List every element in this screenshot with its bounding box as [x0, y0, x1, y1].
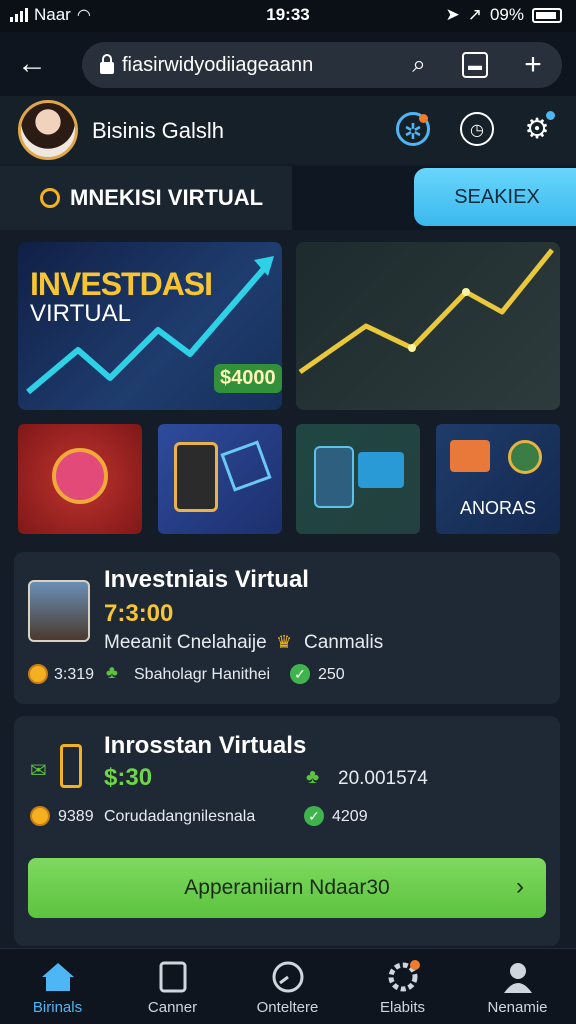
status-bar: Naar ◠ 19:33 ➤ ↗ 09% — [0, 0, 576, 32]
card-stat-coins: 3:319 — [54, 666, 95, 683]
card-price: $:30 — [104, 764, 153, 791]
tab-canner[interactable]: Canner — [115, 949, 230, 1024]
tile-label: ANORAS — [459, 498, 537, 518]
card-description: Meeanit Cnelahaije — [104, 632, 267, 653]
card-title: Inrosstan Virtuals — [104, 732, 307, 759]
cta-button[interactable]: Apperaniiarn Ndaar30 › — [28, 858, 546, 918]
tab-onteltere[interactable]: Onteltere — [230, 949, 345, 1024]
phone-icon — [314, 446, 354, 508]
check-icon: ✓ — [290, 664, 310, 684]
tile-calculator[interactable] — [158, 424, 282, 534]
tile-shopping[interactable] — [296, 424, 420, 534]
card-stat-verified: 250 — [318, 666, 345, 683]
profile-name: Bisinis Galslh — [92, 118, 225, 143]
document-icon — [155, 959, 191, 995]
investment-card[interactable]: ✉ Inrosstan Virtuals $:30 ♣ 20.001574 93… — [14, 716, 560, 946]
avatar[interactable] — [18, 100, 78, 160]
gear-icon[interactable]: ⚙ — [520, 111, 555, 146]
battery-icon — [532, 7, 562, 23]
phone-icon — [60, 744, 82, 788]
tab-profile[interactable]: Nenamie — [460, 949, 575, 1024]
address-bar[interactable]: ⌕ ▬ + — [82, 42, 562, 88]
hero-card-trend[interactable] — [296, 242, 560, 410]
coin-icon — [28, 664, 48, 684]
tile-badge[interactable] — [18, 424, 142, 534]
hero-card-investasi[interactable]: INVESTDASI VIRTUAL $4000 — [18, 242, 282, 410]
clock-icon — [270, 959, 306, 995]
trend-chart-graphic — [298, 248, 554, 375]
calculator-icon — [174, 442, 218, 512]
card-stat-coins: 9389 — [58, 808, 94, 825]
back-arrow-icon[interactable]: ← — [14, 46, 50, 82]
coin-icon — [30, 806, 50, 826]
card-description-tag: Canmalis — [304, 632, 384, 653]
tab-label: Nenamie — [487, 999, 548, 1016]
lock-icon — [100, 54, 114, 74]
user-icon — [500, 959, 536, 995]
coin-icon — [40, 188, 60, 208]
gear-icon — [385, 959, 421, 995]
clock-icon[interactable]: ◷ — [460, 112, 494, 146]
browser-toolbar: ← ⌕ ▬ + — [0, 32, 576, 96]
home-icon — [40, 959, 76, 995]
badge-icon — [52, 448, 108, 504]
bottom-tab-bar: Birinals Canner Onteltere Elabits Nenami… — [0, 948, 576, 1024]
virtual-label-text: MNEKISI VIRTUAL — [70, 185, 264, 210]
card-stat-verified: 4209 — [332, 808, 368, 825]
tab-elabits[interactable]: Elabits — [345, 949, 460, 1024]
nav-arrow-icon: ↗ — [467, 5, 482, 24]
add-tab-icon[interactable]: + — [518, 50, 548, 80]
shopping-bag-icon — [358, 452, 404, 488]
section-banner: MNEKISI VIRTUAL SEAKIEX — [0, 166, 576, 230]
location-icon: ➤ — [445, 5, 460, 24]
virtual-label: MNEKISI VIRTUAL — [0, 166, 292, 230]
hero-title: INVESTDASI — [30, 266, 213, 302]
search-icon[interactable]: ⌕ — [404, 50, 434, 80]
location-pin-icon — [508, 440, 542, 474]
tab-home[interactable]: Birinals — [0, 949, 115, 1024]
card-thumbnail — [28, 580, 90, 642]
check-icon: ✓ — [304, 806, 324, 826]
investment-card[interactable]: Investniais Virtual 7:3:00 Meeanit Cnela… — [14, 552, 560, 704]
card-price: 7:3:00 — [104, 600, 174, 627]
settings-gear-icon[interactable]: ✲ — [396, 112, 430, 146]
hero-subtitle: VIRTUAL — [30, 300, 131, 327]
document-icon — [220, 440, 272, 492]
battery-percent: 09% — [489, 5, 524, 24]
search-button[interactable]: SEAKIEX — [414, 168, 576, 226]
card-title: Investniais Virtual — [104, 566, 309, 593]
briefcase-icon: ♛ — [276, 632, 293, 652]
card-amount: 20.001574 — [338, 768, 428, 789]
cta-label: Apperaniiarn Ndaar30 — [184, 876, 390, 899]
people-icon: ♣ — [106, 662, 118, 682]
tabs-icon[interactable]: ▬ — [462, 52, 488, 78]
card-stat-members: Sbaholagr Hanithei — [134, 666, 271, 683]
tab-label: Canner — [147, 999, 198, 1016]
wallet-icon — [450, 440, 490, 472]
url-input[interactable] — [122, 53, 402, 77]
tab-label: Birinals — [32, 999, 83, 1016]
tile-anoras[interactable]: ANORAS — [436, 424, 560, 534]
tab-label: Onteltere — [256, 999, 319, 1016]
tab-label: Elabits — [379, 999, 426, 1016]
profile-header: Bisinis Galslh ✲ ◷ ⚙ — [0, 96, 576, 164]
card-stat-label: Corudadangnilesnala — [104, 808, 256, 825]
hero-price-badge: $4000 — [214, 364, 282, 393]
people-icon: ♣ — [306, 766, 320, 788]
chevron-right-icon: › — [516, 873, 524, 900]
chat-icon: ✉ — [30, 760, 47, 782]
